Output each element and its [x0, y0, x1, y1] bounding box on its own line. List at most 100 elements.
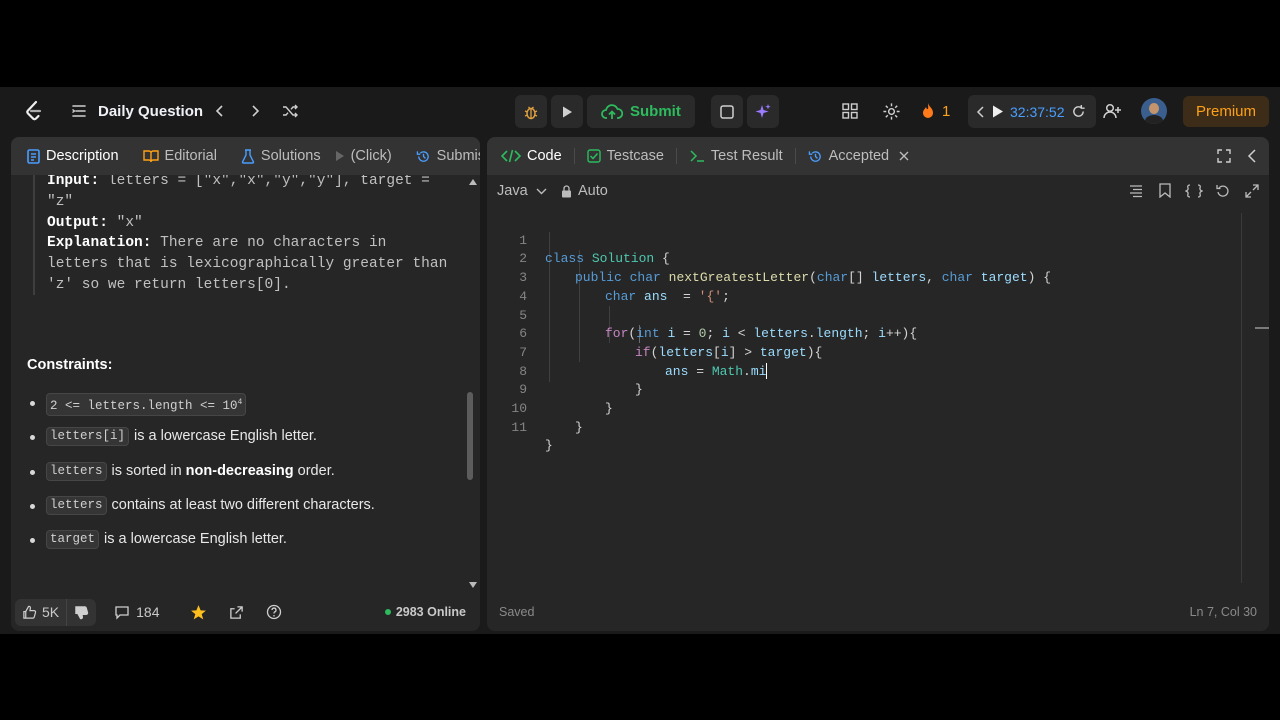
avatar[interactable]: [1141, 98, 1167, 124]
next-question-button[interactable]: [243, 99, 267, 123]
tab-accepted[interactable]: Accepted: [804, 137, 913, 175]
example-output: Output: "x": [47, 213, 453, 234]
constraints-title: Constraints:: [27, 357, 113, 373]
debug-button[interactable]: [515, 95, 547, 128]
leetcode-logo-icon[interactable]: [22, 99, 46, 123]
tab-divider: [573, 148, 575, 164]
tab-description[interactable]: Description: [23, 137, 123, 175]
play-icon[interactable]: [992, 105, 1004, 118]
help-icon[interactable]: [266, 604, 282, 620]
cursor-icon: [335, 151, 344, 161]
constraint-text: is a lowercase English letter.: [104, 531, 287, 548]
constraint-text-after: order.: [293, 462, 335, 479]
constraint-text: is sorted in non-decreasing order.: [112, 462, 335, 480]
like-button[interactable]: 5K: [15, 598, 68, 626]
notes-button[interactable]: [710, 95, 743, 128]
dislike-button[interactable]: [67, 599, 96, 626]
description-panel: Description Editorial Solutions (Click) …: [11, 137, 480, 631]
code-editor[interactable]: 1 class Solution { 2 public char nextGre…: [487, 213, 1269, 583]
tab-submissions[interactable]: Submiss: [412, 137, 480, 175]
language-label: Java: [497, 183, 528, 199]
chevron-right-icon: [252, 105, 260, 117]
tab-testcase[interactable]: Testcase: [583, 137, 668, 175]
tab-editorial[interactable]: Editorial: [139, 137, 221, 175]
add-friend-button[interactable]: [1100, 99, 1124, 123]
tab-solutions[interactable]: Solutions: [237, 137, 325, 175]
flask-icon: [241, 148, 255, 164]
scroll-thumb[interactable]: [467, 392, 473, 480]
ai-assistant-button[interactable]: [746, 95, 779, 128]
tab-code[interactable]: Code: [497, 137, 566, 175]
description-scrollbar[interactable]: [466, 175, 480, 593]
output-label: Output:: [47, 214, 108, 231]
streak-counter[interactable]: 1: [920, 99, 950, 123]
thumbs-down-icon: [75, 605, 89, 619]
star-icon[interactable]: [190, 604, 207, 621]
reset-icon[interactable]: [1216, 184, 1230, 198]
gear-icon: [882, 102, 900, 120]
code-text: }: [575, 419, 583, 435]
leetcode-app: Daily Question Submit 1 32:37:52 Premium…: [0, 87, 1280, 634]
description-icon: [27, 148, 40, 164]
scroll-up-icon[interactable]: [469, 179, 477, 185]
random-question-button[interactable]: [278, 99, 302, 123]
code-chip: letters[i]: [46, 427, 130, 447]
share-icon[interactable]: [229, 605, 244, 620]
tab-test-result-label: Test Result: [710, 148, 783, 164]
comments-button[interactable]: 184: [114, 604, 159, 620]
example-explanation: Explanation: There are no characters in …: [47, 233, 453, 295]
code-line: 8 }: [487, 344, 1247, 398]
code-chip-text: 2 <= letters.length <= 10: [50, 399, 238, 414]
constraint-text-before: is sorted in: [111, 462, 186, 479]
daily-question-label: Daily Question: [98, 102, 204, 120]
code-text: }: [545, 438, 553, 454]
close-icon[interactable]: [899, 151, 909, 161]
code-line: 11 }: [487, 400, 1247, 454]
save-status: Saved: [499, 605, 535, 619]
code-line: 3 char ans = '{';: [487, 250, 1247, 304]
settings-button[interactable]: [879, 99, 903, 123]
description-content: Input: letters = ["x","x","y","y"], targ…: [11, 175, 466, 593]
editor-footer: Saved Ln 7, Col 30: [487, 593, 1269, 631]
maximize-icon[interactable]: [1217, 149, 1231, 163]
layout-button[interactable]: [838, 99, 862, 123]
tab-accepted-label: Accepted: [828, 148, 890, 164]
superscript: 4: [237, 398, 243, 407]
auto-mode[interactable]: Auto: [561, 183, 608, 199]
comment-icon: [115, 606, 129, 620]
online-count: 2983 Online: [384, 605, 466, 619]
reset-icon[interactable]: [1071, 104, 1086, 119]
submit-button[interactable]: Submit: [587, 95, 695, 128]
code-chip: target: [46, 530, 100, 550]
prev-question-button[interactable]: [208, 99, 232, 123]
avatar-face: [1149, 103, 1159, 114]
online-label: 2983 Online: [395, 605, 466, 619]
constraints-list: 2 <= letters.length <= 104 letters[i] is…: [27, 393, 457, 564]
constraint-text: is a lowercase English letter.: [134, 428, 317, 445]
expand-icon[interactable]: [1245, 184, 1259, 198]
chevron-left-icon: [215, 105, 223, 117]
chevron-left-icon[interactable]: [976, 105, 986, 118]
list-item: letters[i] is a lowercase English letter…: [27, 427, 457, 461]
run-button[interactable]: [551, 95, 583, 128]
cursor-position: Ln 7, Col 30: [1189, 605, 1257, 619]
constraint-bold: non-decreasing: [185, 462, 294, 479]
bookmark-icon[interactable]: [1159, 183, 1171, 198]
like-dislike-group: 5K: [15, 598, 97, 626]
input-value: letters = ["x","x","y","y"], target = "z…: [47, 175, 430, 210]
daily-question-link[interactable]: Daily Question: [70, 99, 203, 123]
chevron-left-icon[interactable]: [1247, 149, 1257, 163]
timer-widget[interactable]: 32:37:52: [968, 95, 1096, 128]
scroll-down-icon[interactable]: [469, 582, 477, 588]
example-input: Input: letters = ["x","x","y","y"], targ…: [47, 175, 453, 213]
line-number: 11: [511, 419, 527, 435]
language-select[interactable]: Java: [497, 183, 547, 199]
comment-count: 184: [136, 604, 160, 620]
premium-button[interactable]: Premium: [1183, 96, 1269, 127]
bug-icon: [524, 106, 538, 119]
tab-test-result[interactable]: Test Result: [685, 137, 787, 175]
braces-icon[interactable]: [1185, 184, 1203, 198]
editor-scrollbar-track[interactable]: [1241, 213, 1242, 583]
tab-click-hint[interactable]: (Click): [331, 137, 396, 175]
format-icon[interactable]: [1129, 184, 1143, 198]
